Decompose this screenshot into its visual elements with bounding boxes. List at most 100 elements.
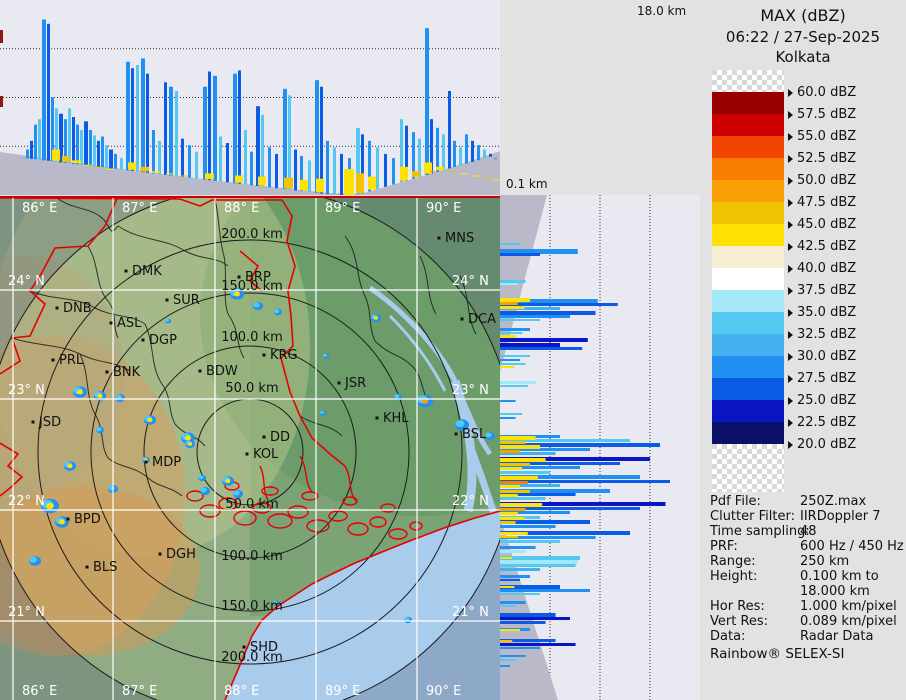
city-dot bbox=[460, 317, 464, 321]
city-dot bbox=[337, 381, 341, 385]
city-dot bbox=[51, 358, 55, 362]
min-height-label: 0.1 km bbox=[506, 177, 548, 191]
colorbar-cell bbox=[712, 312, 784, 334]
info-label: Vert Res: bbox=[710, 614, 769, 629]
info-row: Data: Radar Data bbox=[710, 629, 906, 644]
city-dot bbox=[237, 275, 241, 279]
city-label: SUR bbox=[173, 293, 200, 308]
product-title: MAX (dBZ) bbox=[760, 6, 846, 25]
colorbar-cell bbox=[712, 180, 784, 202]
colorbar-cell bbox=[712, 246, 784, 268]
city-label: DNB bbox=[63, 301, 92, 316]
city-dot bbox=[158, 552, 162, 556]
info-value: Radar Data bbox=[800, 629, 874, 644]
info-row: Pdf File: 250Z.max bbox=[710, 494, 906, 509]
info-row: PRF: 600 Hz / 450 Hz bbox=[710, 539, 906, 554]
dbz-tick: 20.0 dBZ bbox=[788, 437, 856, 452]
city-dot bbox=[141, 338, 145, 342]
colorbar-cell bbox=[712, 158, 784, 180]
city-label: JSD bbox=[38, 415, 61, 430]
dbz-tick: 42.5 dBZ bbox=[788, 239, 856, 254]
range-label: 100.0 km bbox=[221, 549, 283, 564]
info-value: 600 Hz / 450 Hz bbox=[800, 539, 904, 554]
city-label: KHL bbox=[383, 411, 409, 426]
city-label: SHD bbox=[250, 640, 278, 655]
station-name: Kolkata bbox=[775, 48, 831, 66]
dbz-tick: 40.0 dBZ bbox=[788, 261, 856, 276]
city-dot bbox=[66, 517, 70, 521]
vertical-projection-east-panel bbox=[500, 195, 700, 700]
city-dot bbox=[437, 236, 441, 240]
lat-label: 24° N bbox=[452, 274, 489, 289]
colorbar-cell bbox=[712, 268, 784, 290]
city-label: DGP bbox=[149, 333, 177, 348]
range-label: 50.0 km bbox=[225, 497, 278, 512]
info-row: Clutter Filter: IIRDoppler 7 bbox=[710, 509, 906, 524]
lon-label: 87° E bbox=[122, 201, 157, 216]
dbz-tick: 32.5 dBZ bbox=[788, 327, 856, 342]
city-label: BNK bbox=[113, 365, 141, 380]
city-dot bbox=[109, 321, 113, 325]
info-value: 250Z.max bbox=[800, 494, 867, 509]
city-label: BLS bbox=[93, 560, 117, 575]
city-label: DCA bbox=[468, 312, 496, 327]
colorbar-cell bbox=[712, 92, 784, 114]
info-label: Time sampling: bbox=[710, 524, 810, 539]
city-dot bbox=[144, 460, 148, 464]
city-label: BDW bbox=[206, 364, 238, 379]
info-row: Vert Res: 0.089 km/pixel bbox=[710, 614, 906, 629]
lon-label: 89° E bbox=[325, 684, 360, 699]
dbz-tick: 30.0 dBZ bbox=[788, 349, 856, 364]
city-dot bbox=[55, 306, 59, 310]
range-label: 100.0 km bbox=[221, 330, 283, 345]
lon-label: 89° E bbox=[325, 201, 360, 216]
dbz-tick: 50.0 dBZ bbox=[788, 173, 856, 188]
range-label: 150.0 km bbox=[221, 599, 283, 614]
lat-label: 23° N bbox=[452, 383, 489, 398]
lat-label: 24° N bbox=[8, 274, 45, 289]
dbz-tick: 47.5 dBZ bbox=[788, 195, 856, 210]
colorbar-cell bbox=[712, 290, 784, 312]
lon-label: 90° E bbox=[426, 201, 461, 216]
dbz-tick: 45.0 dBZ bbox=[788, 217, 856, 232]
dbz-tick: 55.0 dBZ bbox=[788, 129, 856, 144]
info-value: 0.100 km to 18.000 km bbox=[800, 569, 879, 599]
lat-label: 21° N bbox=[452, 605, 489, 620]
city-label: JSR bbox=[344, 376, 366, 391]
range-label: 200.0 km bbox=[221, 227, 283, 242]
max-height-label: 18.0 km bbox=[637, 4, 687, 18]
city-dot bbox=[165, 298, 169, 302]
lon-label: 90° E bbox=[426, 684, 461, 699]
colorbar-cell bbox=[712, 224, 784, 246]
colorbar-cell bbox=[712, 114, 784, 136]
city-dot bbox=[124, 269, 128, 273]
info-label: Height: bbox=[710, 569, 758, 584]
info-row: Hor Res: 1.000 km/pixel bbox=[710, 599, 906, 614]
city-label: BPD bbox=[74, 512, 101, 527]
city-label: DGH bbox=[166, 547, 196, 562]
dbz-tick: 57.5 dBZ bbox=[788, 107, 856, 122]
colorbar-cell bbox=[712, 334, 784, 356]
radar-map-panel: 200.0 km 150.0 km 100.0 km 50.0 km 50.0 km 10… bbox=[0, 196, 500, 700]
info-value: 48 bbox=[800, 524, 817, 539]
info-value: 1.000 km/pixel bbox=[800, 599, 897, 614]
city-dot bbox=[242, 645, 246, 649]
info-value: 250 km bbox=[800, 554, 850, 569]
info-value: IIRDoppler 7 bbox=[800, 509, 881, 524]
info-label: PRF: bbox=[710, 539, 738, 554]
vertical-projection-north-panel bbox=[0, 0, 500, 195]
city-dot bbox=[245, 452, 249, 456]
dbz-tick: 60.0 dBZ bbox=[788, 85, 856, 100]
legend-panel: MAX (dBZ) 06:22 / 27-Sep-2025 Kolkata 60… bbox=[700, 0, 906, 700]
city-dot bbox=[198, 369, 202, 373]
city-label: ASL bbox=[117, 316, 142, 331]
colorbar-cell bbox=[712, 378, 784, 400]
dbz-tick: 35.0 dBZ bbox=[788, 305, 856, 320]
city-label: DMK bbox=[132, 264, 162, 279]
colorbar-cell bbox=[712, 136, 784, 158]
lon-label: 87° E bbox=[122, 684, 157, 699]
radar-display-window: 18.0 km 0.1 km 200.0 km 150.0 km 100.0 km 5… bbox=[0, 0, 906, 700]
lon-label: 86° E bbox=[22, 201, 57, 216]
dbz-tick: 27.5 dBZ bbox=[788, 371, 856, 386]
colorbar-cell-below-min bbox=[712, 444, 784, 492]
